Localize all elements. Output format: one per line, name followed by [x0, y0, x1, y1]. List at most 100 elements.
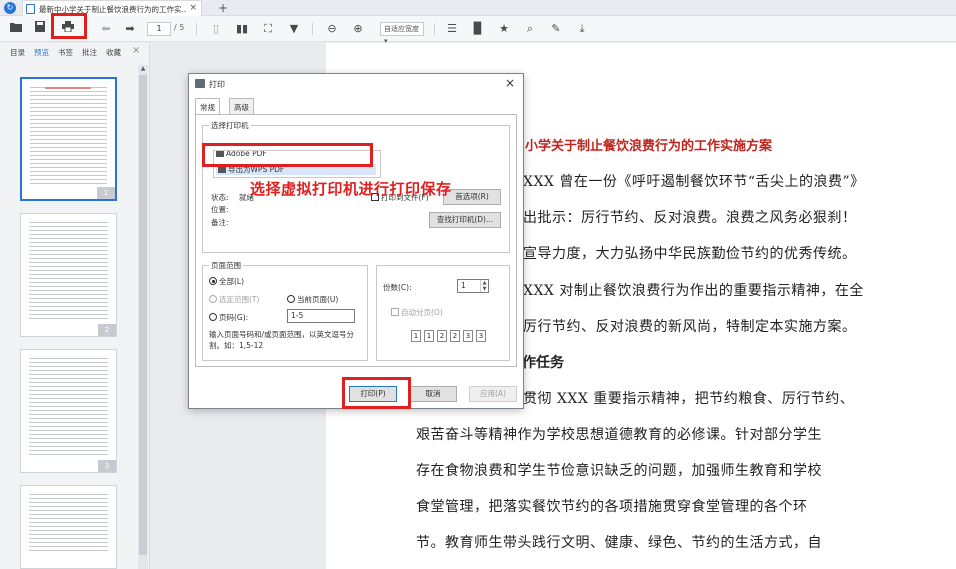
collate-checkbox: 自动分页(O)	[391, 307, 443, 318]
page-number-input[interactable]: 1	[147, 22, 171, 36]
apply-button: 应用(A)	[469, 386, 517, 402]
dialog-title-bar: 打印 ×	[189, 74, 523, 94]
range-selection-radio: 选定范围(T)	[209, 294, 259, 305]
range-current-radio[interactable]: 当前页面(U)	[287, 294, 338, 305]
document-paragraph-line: XXX 曾在一份《呼吁遏制餐饮环节“舌尖上的浪费”》	[523, 174, 865, 190]
scroll-up-icon[interactable]: ▲	[138, 65, 148, 72]
scrollbar-thumb[interactable]	[139, 75, 147, 555]
radio-button[interactable]	[209, 277, 217, 285]
thumbnail-sidebar: 目录 预览 书签 批注 收藏 × 1 2 3 ▲	[0, 43, 150, 569]
toolbar: ⬅ ➡ 1 / 5 ▯ ▮▮ ⛶ ▼ ⊖ ⊕ 自适应宽度 ▾ ☰ ▉ ★ ⌕ ✎…	[0, 16, 956, 45]
sidebar-tab-preview[interactable]: 预览	[34, 47, 49, 58]
document-section-heading: 作任务	[522, 355, 564, 371]
location-label: 位置:	[211, 205, 229, 214]
print-button-highlight	[51, 13, 87, 39]
checkbox-box	[391, 308, 399, 316]
annotate-pen-icon[interactable]: ✎	[546, 19, 566, 39]
search-icon[interactable]: ⌕	[520, 19, 540, 39]
collate-page-icon: 3	[463, 330, 473, 342]
radio-button[interactable]	[287, 295, 295, 303]
zoom-out-icon[interactable]: ⊖	[322, 19, 342, 39]
print-dialog: 打印 × 常规 高级 选择打印机 Adobe PDF 导出为WPS PDF 状态…	[188, 73, 524, 409]
bookmark-icon[interactable]: ▉	[468, 19, 488, 39]
range-pages-radio[interactable]: 页码(G):	[209, 312, 248, 323]
previous-page-icon[interactable]: ⬅	[96, 19, 116, 39]
range-all-radio[interactable]: 全部(L)	[209, 276, 244, 287]
thumbnail-content	[30, 87, 107, 185]
page-thumbnail-4[interactable]	[20, 485, 117, 569]
page-range-input[interactable]: 1-5	[287, 309, 355, 323]
document-body-line: 节。教育师生带头践行文明、健康、绿色、节约的生活方式，自	[416, 535, 822, 551]
document-body-line: 存在食物浪费和学生节俭意识缺乏的问题，加强师生教育和学校	[416, 463, 822, 479]
printer-icon	[195, 79, 205, 88]
page-thumbnail-1[interactable]: 1	[20, 77, 117, 201]
thumbnail-content	[29, 222, 108, 322]
document-body-line: 食堂管理，把落实餐饮节约的各项措施贯穿食堂管理的各个环	[416, 499, 808, 515]
tab-general[interactable]: 常规	[195, 98, 220, 115]
page-thumbnail-3[interactable]: 3	[20, 349, 117, 473]
sidebar-tab-favorites[interactable]: 收藏	[106, 47, 121, 58]
preferences-button[interactable]: 首选项(R)	[443, 189, 501, 205]
sidebar-close-icon[interactable]: ×	[132, 45, 140, 56]
star-icon[interactable]: ★	[494, 19, 514, 39]
sidebar-tab-comments[interactable]: 批注	[82, 47, 97, 58]
bookmark-view-icon[interactable]: ▼	[284, 19, 304, 39]
single-page-icon[interactable]: ▯	[206, 19, 226, 39]
instruction-annotation: 选择虚拟打印机进行打印保存	[250, 180, 452, 198]
page-total: / 5	[174, 23, 185, 32]
document-tab[interactable]: 最新中小学关于制止餐饮浪费行为的工作实... ×	[22, 0, 202, 16]
copies-group: 份数(C): 1 ▲ ▼ 自动分页(O) 112233	[376, 265, 510, 361]
dialog-title: 打印	[209, 80, 225, 89]
page-range-label: 页面范围	[209, 260, 243, 271]
toolbar-divider	[434, 23, 435, 35]
tab-advanced[interactable]: 高级	[229, 98, 254, 114]
collate-page-icon: 3	[476, 330, 486, 342]
collate-page-icon: 1	[411, 330, 421, 342]
copies-label: 份数(C):	[383, 283, 412, 292]
outline-list-icon[interactable]: ☰	[442, 19, 462, 39]
printer-icon	[218, 166, 226, 173]
comment-label: 备注:	[211, 218, 229, 227]
toolbar-divider	[312, 23, 313, 35]
thumbnail-content	[29, 494, 108, 554]
collate-page-icon: 2	[437, 330, 447, 342]
collate-page-icon: 1	[424, 330, 434, 342]
document-paragraph-line: 出批示：厉行节约、反对浪费。浪费之风务必狠刹！	[523, 210, 857, 226]
thumbnail-page-number: 2	[98, 324, 116, 336]
range-hint-line: 割。如：1,5-12	[209, 341, 264, 350]
save-icon[interactable]	[30, 19, 50, 39]
toolbar-divider	[196, 23, 197, 35]
zoom-in-icon[interactable]: ⊕	[348, 19, 368, 39]
sidebar-tab-bookmarks[interactable]: 书签	[58, 47, 73, 58]
tab-close-icon[interactable]: ×	[189, 3, 197, 13]
dialog-close-icon[interactable]: ×	[505, 76, 515, 90]
page-range-group: 页面范围 全部(L) 选定范围(T) 当前页面(U) 页码(G): 1-5 输入…	[202, 260, 368, 361]
document-body-line: 艰苦奋斗等精神作为学校思想道德教育的必修课。针对部分学生	[416, 427, 822, 443]
document-paragraph-line: 厉行节约、反对浪费的新风尚，特制定本实施方案。	[523, 319, 857, 335]
thumbnail-page-number: 1	[97, 187, 115, 199]
new-tab-button[interactable]: +	[218, 0, 228, 16]
document-icon	[26, 4, 35, 14]
page-thumbnail-2[interactable]: 2	[20, 213, 117, 337]
document-paragraph-line: XXX 对制止餐饮浪费行为作出的重要指示精神，在全	[523, 283, 864, 299]
radio-button[interactable]	[209, 313, 217, 321]
app-logo-icon[interactable]: ↻	[4, 2, 16, 14]
collate-page-icon: 2	[450, 330, 460, 342]
cancel-button[interactable]: 取消	[409, 386, 457, 402]
thumbnail-page-number: 3	[98, 460, 116, 472]
title-bar: ↻ 最新中小学关于制止餐饮浪费行为的工作实... × +	[0, 0, 956, 16]
find-printer-button[interactable]: 查找打印机(D)...	[429, 212, 501, 228]
download-icon[interactable]: ⤓	[572, 19, 592, 39]
range-hint-line: 输入页面号码和/或页面范围，以英文逗号分	[209, 330, 355, 339]
sidebar-tab-contents[interactable]: 目录	[10, 47, 25, 58]
sidebar-scrollbar[interactable]: ▲	[138, 65, 148, 569]
collate-preview: 112233	[411, 330, 489, 342]
copies-spinner-icon[interactable]: ▲ ▼	[480, 280, 488, 292]
document-paragraph-line: 宣导力度，大力弘扬中华民族勤俭节约的优秀传统。	[523, 246, 857, 262]
zoom-select[interactable]: 自适应宽度 ▾	[380, 22, 424, 45]
copies-input[interactable]: 1 ▲ ▼	[457, 279, 489, 293]
open-folder-icon[interactable]	[6, 19, 26, 39]
fit-page-icon[interactable]: ⛶	[258, 19, 278, 39]
double-page-icon[interactable]: ▮▮	[232, 19, 252, 39]
next-page-icon[interactable]: ➡	[120, 19, 140, 39]
